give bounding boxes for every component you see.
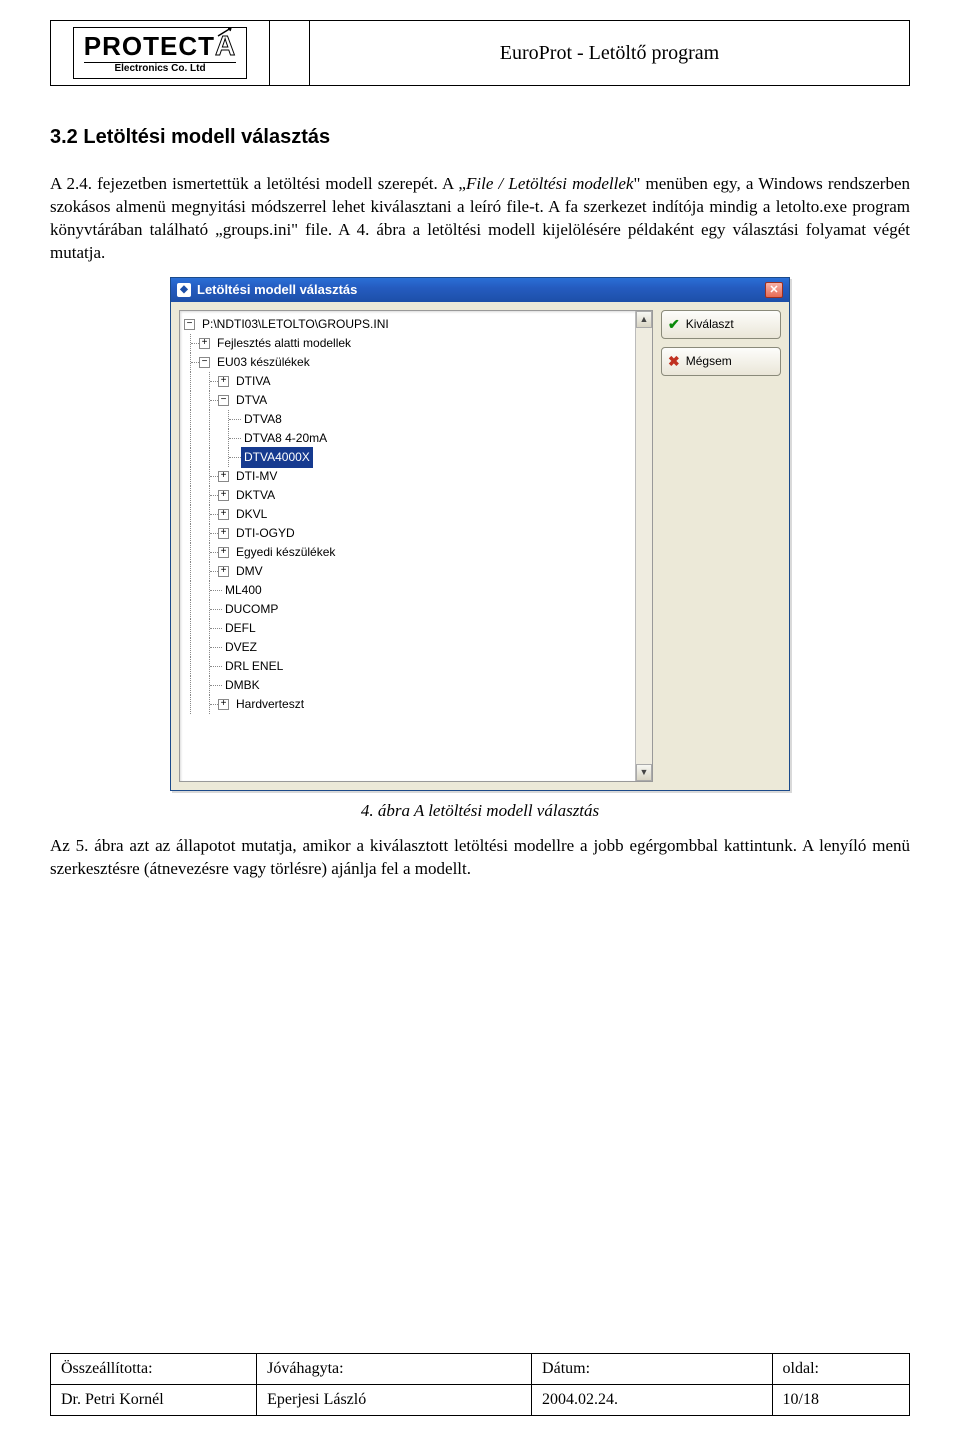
dialog-title: Letöltési modell választás [197, 282, 357, 297]
cancel-icon: ✖ [668, 353, 680, 370]
expander-plus-icon[interactable]: + [218, 376, 229, 387]
tree-node-dtimv[interactable]: DTI-MV [233, 466, 280, 487]
tree-node-dktva[interactable]: DKTVA [233, 485, 278, 506]
close-button[interactable]: ✕ [765, 282, 783, 298]
page-header: PROTECTA Electronics Co. Ltd EuroProt - … [50, 20, 910, 86]
expander-plus-icon[interactable]: + [218, 509, 229, 520]
expander-plus-icon[interactable]: + [218, 471, 229, 482]
tree-node-dtva8[interactable]: DTVA8 [241, 409, 285, 430]
scroll-down-icon[interactable]: ▼ [636, 764, 652, 781]
logo: PROTECTA Electronics Co. Ltd [73, 27, 247, 79]
tree-node-hardverteszt[interactable]: Hardverteszt [233, 694, 307, 715]
select-button-label: Kiválaszt [686, 317, 734, 331]
tree-node-egyedi[interactable]: Egyedi készülékek [233, 542, 338, 563]
footer-h3: Dátum: [532, 1354, 773, 1385]
logo-cell: PROTECTA Electronics Co. Ltd [50, 20, 270, 86]
figure-caption: 4. ábra A letöltési modell választás [50, 801, 910, 821]
vertical-scrollbar[interactable]: ▲ ▼ [635, 311, 652, 781]
page-footer: Összeállította: Jóváhagyta: Dátum: oldal… [50, 1353, 910, 1416]
tree-node-dmv[interactable]: DMV [233, 561, 266, 582]
dialog-titlebar[interactable]: ◆ Letöltési modell választás ✕ [171, 278, 789, 302]
tree-node-dtva8-420[interactable]: DTVA8 4-20mA [241, 428, 330, 449]
footer-h2: Jóváhagyta: [257, 1354, 532, 1385]
expander-plus-icon[interactable]: + [218, 699, 229, 710]
select-button[interactable]: ✔ Kiválaszt [661, 310, 781, 339]
footer-page: 10/18 [772, 1385, 909, 1416]
tree-node-fejlesztes[interactable]: Fejlesztés alatti modellek [214, 333, 354, 354]
logo-letter-a-icon: A [215, 32, 236, 60]
footer-date: 2004.02.24. [532, 1385, 773, 1416]
para1-part-a: A 2.4. fejezetben ismertettük a letöltés… [50, 174, 466, 193]
scroll-track[interactable] [636, 328, 652, 764]
tree-node-dtva4000x[interactable]: DTVA4000X [241, 447, 313, 468]
expander-plus-icon[interactable]: + [218, 566, 229, 577]
tree-node-dtiogyd[interactable]: DTI-OGYD [233, 523, 298, 544]
scroll-up-icon[interactable]: ▲ [636, 311, 652, 328]
dialog-model-select: ◆ Letöltési modell választás ✕ −P:\NDTI0… [170, 277, 790, 791]
tree-node-dtva[interactable]: DTVA [233, 390, 270, 411]
paragraph-1: A 2.4. fejezetben ismertettük a letöltés… [50, 173, 910, 265]
expander-plus-icon[interactable]: + [218, 547, 229, 558]
expander-minus-icon[interactable]: − [218, 395, 229, 406]
footer-author: Dr. Petri Kornél [51, 1385, 257, 1416]
logo-subtitle: Electronics Co. Ltd [84, 62, 236, 74]
expander-plus-icon[interactable]: + [199, 338, 210, 349]
footer-table: Összeállította: Jóváhagyta: Dátum: oldal… [50, 1353, 910, 1416]
logo-text: PROTECT [84, 33, 215, 59]
tree-node-dvez[interactable]: DVEZ [222, 637, 260, 658]
expander-plus-icon[interactable]: + [218, 528, 229, 539]
footer-approver: Eperjesi László [257, 1385, 532, 1416]
section-heading: 3.2 Letöltési modell választás [50, 126, 910, 149]
tree-root[interactable]: P:\NDTI03\LETOLTO\GROUPS.INI [199, 314, 392, 335]
tree-node-drlenel[interactable]: DRL ENEL [222, 656, 286, 677]
tree-node-defl[interactable]: DEFL [222, 618, 259, 639]
tree-panel[interactable]: −P:\NDTI03\LETOLTO\GROUPS.INI +Fejleszté… [179, 310, 653, 782]
header-spacer [270, 20, 310, 86]
tree-node-ml400[interactable]: ML400 [222, 580, 265, 601]
tree-node-dkvl[interactable]: DKVL [233, 504, 270, 525]
footer-h1: Összeállította: [51, 1354, 257, 1385]
doc-title: EuroProt - Letöltő program [310, 20, 910, 86]
expander-plus-icon[interactable]: + [218, 490, 229, 501]
tree-node-dtiva[interactable]: DTIVA [233, 371, 273, 392]
tree-node-eu03[interactable]: EU03 készülékek [214, 352, 313, 373]
tree-node-ducomp[interactable]: DUCOMP [222, 599, 281, 620]
tree-node-dmbk[interactable]: DMBK [222, 675, 263, 696]
dialog-icon: ◆ [177, 283, 191, 297]
para1-menu-path: File / Letöltési modellek [466, 174, 633, 193]
cancel-button-label: Mégsem [686, 354, 732, 368]
expander-minus-icon[interactable]: − [199, 357, 210, 368]
cancel-button[interactable]: ✖ Mégsem [661, 347, 781, 376]
paragraph-2: Az 5. ábra azt az állapotot mutatja, ami… [50, 835, 910, 881]
footer-h4: oldal: [772, 1354, 909, 1385]
check-icon: ✔ [668, 316, 680, 333]
expander-minus-icon[interactable]: − [184, 319, 195, 330]
model-tree[interactable]: −P:\NDTI03\LETOLTO\GROUPS.INI +Fejleszté… [180, 311, 652, 718]
